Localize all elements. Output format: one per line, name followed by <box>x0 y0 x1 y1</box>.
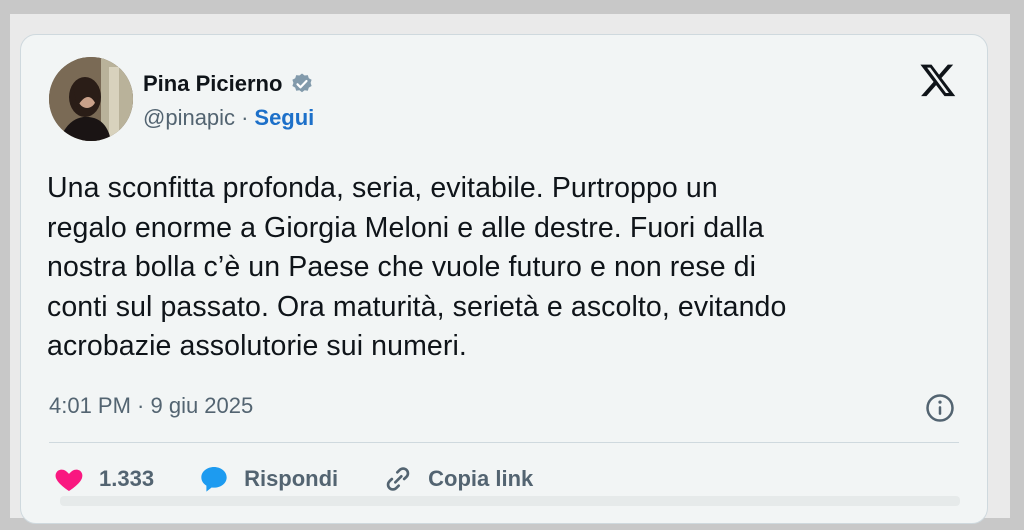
link-icon <box>386 467 410 491</box>
action-bar: 1.333 Rispondi Copia link <box>53 461 577 497</box>
tweet-card: Pina Picierno @pinapic · Segui Una sconf… <box>20 34 988 524</box>
speech-bubble-icon <box>201 467 227 492</box>
x-logo-icon[interactable] <box>919 61 957 99</box>
reply-label: Rispondi <box>244 466 339 491</box>
separator-dot: · <box>241 105 249 130</box>
author-name[interactable]: Pina Picierno <box>143 71 282 97</box>
info-icon[interactable] <box>925 393 955 423</box>
read-replies-bar[interactable] <box>60 496 960 506</box>
tweet-text: Una sconfitta profonda, seria, evitabile… <box>47 172 787 362</box>
reply-button[interactable]: Rispondi <box>198 463 338 495</box>
verified-badge-icon <box>290 72 314 96</box>
like-button[interactable]: 1.333 <box>53 463 154 495</box>
copy-link-button[interactable]: Copia link <box>382 463 533 495</box>
avatar[interactable] <box>49 57 133 141</box>
tweet-timestamp[interactable]: 4:01 PM · 9 giu 2025 <box>49 393 253 419</box>
handle-row: @pinapic · Segui <box>143 105 314 131</box>
author-handle[interactable]: @pinapic <box>143 105 235 131</box>
heart-icon <box>55 469 83 491</box>
copy-link-label: Copia link <box>428 466 534 491</box>
author-name-row: Pina Picierno <box>143 69 314 99</box>
follow-button[interactable]: Segui <box>254 105 314 131</box>
divider <box>49 442 959 443</box>
like-count: 1.333 <box>99 466 155 491</box>
